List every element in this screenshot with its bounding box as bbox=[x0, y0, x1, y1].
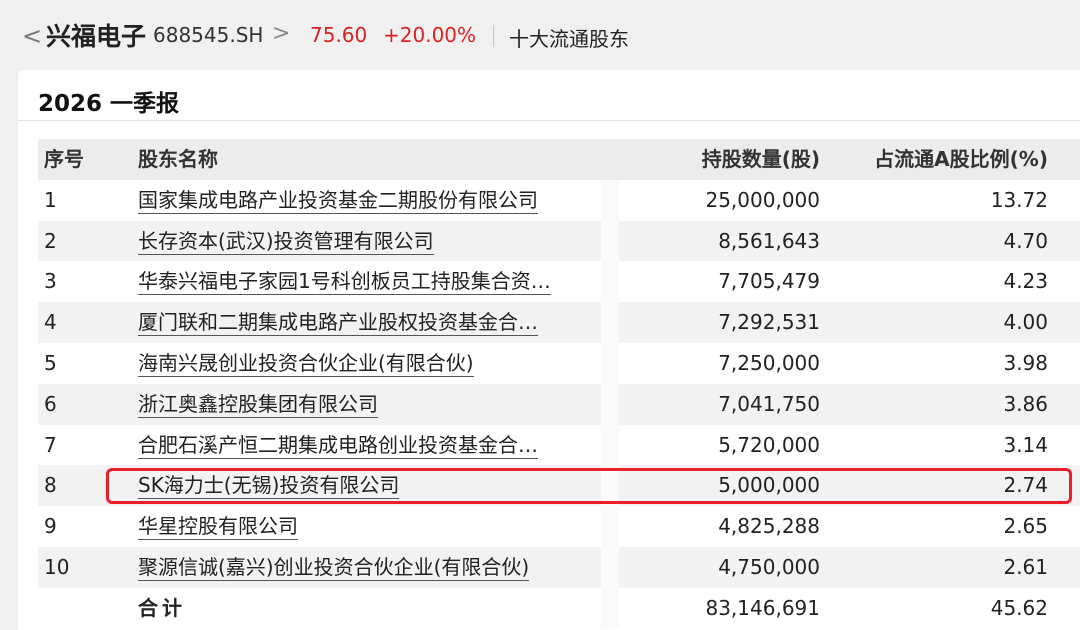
shareholder-name[interactable]: 华泰兴福电子家园1号科创板员工持股集合资… bbox=[138, 269, 551, 296]
share-percent: 2.61 bbox=[1003, 554, 1048, 579]
shareholder-name-link[interactable]: 国家集成电路产业投资基金二期股份有限公司 bbox=[138, 180, 538, 221]
row-number: 6 bbox=[44, 391, 57, 416]
share-count: 7,041,750 bbox=[718, 391, 820, 416]
row-number: 3 bbox=[44, 269, 57, 294]
share-percent: 4.00 bbox=[1003, 310, 1048, 335]
share-percent: 2.65 bbox=[1003, 514, 1048, 539]
table-header: 序号 股东名称 持股数量(股) 占流通A股比例(%) bbox=[38, 139, 1080, 180]
shareholder-name-link[interactable]: 长存资本(武汉)投资管理有限公司 bbox=[138, 221, 434, 262]
shareholder-name-link[interactable]: 华星控股有限公司 bbox=[138, 506, 298, 547]
shareholders-panel: 2026 一季报 序号 股东名称 持股数量(股) 占流通A股比例(%) 1 国家集… bbox=[18, 70, 1080, 630]
page-title: 十大流通股东 bbox=[509, 27, 629, 51]
row-number: 8 bbox=[44, 473, 57, 498]
shareholder-name[interactable]: 厦门联和二期集成电路产业股权投资基金合… bbox=[138, 310, 538, 337]
table-row[interactable]: 2 长存资本(武汉)投资管理有限公司 8,561,643 4.70 bbox=[38, 220, 1080, 262]
row-number: 7 bbox=[44, 432, 57, 457]
shareholders-table: 序号 股东名称 持股数量(股) 占流通A股比例(%) 1 国家集成电路产业投资基金… bbox=[38, 139, 1080, 629]
share-percent: 3.14 bbox=[1003, 432, 1048, 457]
shareholder-name[interactable]: 聚源信诚(嘉兴)创业投资合伙企业(有限合伙) bbox=[138, 554, 530, 581]
header-divider bbox=[493, 25, 494, 47]
table-row[interactable]: 1 国家集成电路产业投资基金二期股份有限公司 25,000,000 13.72 bbox=[38, 179, 1080, 221]
share-percent: 13.72 bbox=[990, 187, 1048, 212]
share-count: 4,750,000 bbox=[718, 554, 820, 579]
table-row[interactable]: 10 聚源信诚(嘉兴)创业投资合伙企业(有限合伙) 4,750,000 2.61 bbox=[38, 546, 1080, 588]
shareholder-name-link[interactable]: 华泰兴福电子家园1号科创板员工持股集合资… bbox=[138, 261, 551, 302]
shareholder-name-link[interactable]: 聚源信诚(嘉兴)创业投资合伙企业(有限合伙) bbox=[138, 547, 530, 588]
total-pct: 45.62 bbox=[990, 595, 1048, 620]
highlight-box bbox=[106, 468, 1072, 504]
share-percent: 3.98 bbox=[1003, 350, 1048, 375]
report-period-title: 2026 一季报 bbox=[38, 91, 180, 117]
row-number: 9 bbox=[44, 514, 57, 539]
share-percent: 4.23 bbox=[1003, 269, 1048, 294]
shareholder-name[interactable]: 华星控股有限公司 bbox=[138, 514, 298, 541]
stock-name: 兴福电子 bbox=[46, 22, 147, 51]
col-header-pct: 占流通A股比例(%) bbox=[874, 147, 1048, 171]
share-count: 7,250,000 bbox=[718, 350, 820, 375]
row-number: 2 bbox=[44, 228, 57, 253]
shareholder-name-link[interactable]: 海南兴晟创业投资合伙企业(有限合伙) bbox=[138, 343, 474, 384]
stock-code: 688545.SH bbox=[153, 23, 264, 47]
shareholder-name[interactable]: 海南兴晟创业投资合伙企业(有限合伙) bbox=[138, 350, 474, 377]
shareholder-name[interactable]: 国家集成电路产业投资基金二期股份有限公司 bbox=[138, 187, 538, 214]
table-row[interactable]: 4 厦门联和二期集成电路产业股权投资基金合… 7,292,531 4.00 bbox=[38, 302, 1080, 343]
row-number: 4 bbox=[44, 310, 57, 335]
share-count: 8,561,643 bbox=[718, 228, 820, 253]
shareholder-name-link[interactable]: 合肥石溪产恒二期集成电路创业投资基金合… bbox=[138, 425, 538, 466]
top-bar: < 兴福电子 688545.SH > 75.60 +20.00% 十大流通股东 bbox=[0, 0, 1080, 70]
share-count: 7,292,531 bbox=[718, 310, 820, 335]
share-count: 5,720,000 bbox=[718, 432, 820, 457]
table-row[interactable]: 9 华星控股有限公司 4,825,288 2.65 bbox=[38, 506, 1080, 547]
table-row[interactable]: 7 合肥石溪产恒二期集成电路创业投资基金合… 5,720,000 3.14 bbox=[38, 424, 1080, 466]
col-header-name: 股东名称 bbox=[138, 147, 218, 171]
panel-divider bbox=[18, 120, 1080, 121]
share-percent: 4.70 bbox=[1003, 228, 1048, 253]
price-change: +20.00% bbox=[383, 23, 477, 47]
shareholder-name[interactable]: 长存资本(武汉)投资管理有限公司 bbox=[138, 228, 434, 255]
shareholder-name[interactable]: 合肥石溪产恒二期集成电路创业投资基金合… bbox=[138, 432, 538, 459]
back-chevron-icon[interactable]: < bbox=[22, 22, 42, 52]
total-label: 合计 bbox=[138, 595, 186, 620]
stock-price: 75.60 bbox=[310, 23, 368, 47]
row-number: 1 bbox=[44, 187, 57, 212]
share-count: 7,705,479 bbox=[718, 269, 820, 294]
share-count: 25,000,000 bbox=[705, 187, 820, 212]
table-total-row: 合计 83,146,691 45.62 bbox=[38, 587, 1080, 629]
col-header-shares: 持股数量(股) bbox=[701, 147, 820, 171]
shareholder-name-link[interactable]: 厦门联和二期集成电路产业股权投资基金合… bbox=[138, 302, 538, 343]
table-row[interactable]: 3 华泰兴福电子家园1号科创板员工持股集合资… 7,705,479 4.23 bbox=[38, 261, 1080, 303]
row-number: 5 bbox=[44, 350, 57, 375]
table-row[interactable]: 5 海南兴晟创业投资合伙企业(有限合伙) 7,250,000 3.98 bbox=[38, 342, 1080, 384]
total-shares: 83,146,691 bbox=[705, 595, 820, 620]
chevron-right-icon[interactable]: > bbox=[272, 21, 290, 46]
share-count: 4,825,288 bbox=[718, 514, 820, 539]
shareholder-name-link[interactable]: 浙江奥鑫控股集团有限公司 bbox=[138, 384, 378, 425]
share-percent: 3.86 bbox=[1003, 391, 1048, 416]
table-row[interactable]: 6 浙江奥鑫控股集团有限公司 7,041,750 3.86 bbox=[38, 383, 1080, 425]
col-header-no: 序号 bbox=[44, 147, 84, 171]
row-number: 10 bbox=[44, 554, 70, 579]
shareholder-name[interactable]: 浙江奥鑫控股集团有限公司 bbox=[138, 391, 378, 418]
